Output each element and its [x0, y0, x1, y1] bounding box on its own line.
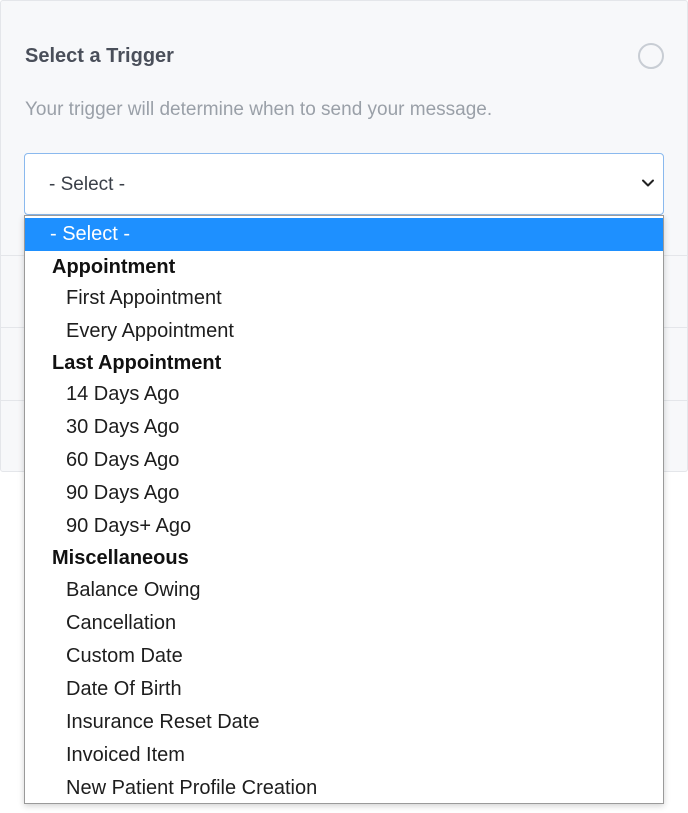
option-60-days-ago[interactable]: 60 Days Ago	[25, 444, 663, 477]
card-description: Your trigger will determine when to send…	[25, 99, 493, 120]
trigger-dropdown-list[interactable]: - Select - Appointment First Appointment…	[24, 215, 664, 804]
optgroup-miscellaneous: Miscellaneous	[52, 547, 189, 569]
trigger-select[interactable]: - Select -	[24, 153, 664, 215]
option-date-of-birth[interactable]: Date Of Birth	[25, 673, 663, 706]
option-insurance-reset-date[interactable]: Insurance Reset Date	[25, 706, 663, 739]
option-new-patient-profile-creation[interactable]: New Patient Profile Creation	[25, 772, 663, 803]
option-custom-date[interactable]: Custom Date	[25, 640, 663, 673]
option-14-days-ago[interactable]: 14 Days Ago	[25, 378, 663, 411]
option-cancellation[interactable]: Cancellation	[25, 607, 663, 640]
option-select-placeholder[interactable]: - Select -	[25, 218, 663, 251]
status-circle-icon	[638, 43, 664, 69]
option-90-days-ago[interactable]: 90 Days Ago	[25, 477, 663, 510]
optgroup-appointment: Appointment	[52, 256, 176, 278]
option-every-appointment[interactable]: Every Appointment	[25, 315, 663, 348]
option-invoiced-item[interactable]: Invoiced Item	[25, 739, 663, 772]
option-first-appointment[interactable]: First Appointment	[25, 282, 663, 315]
option-balance-owing[interactable]: Balance Owing	[25, 574, 663, 607]
option-30-days-ago[interactable]: 30 Days Ago	[25, 411, 663, 444]
option-90-days-plus-ago[interactable]: 90 Days+ Ago	[25, 510, 663, 543]
card-title: Select a Trigger	[25, 45, 174, 67]
chevron-down-icon	[642, 179, 654, 187]
optgroup-last-appointment: Last Appointment	[52, 352, 222, 374]
select-value: - Select -	[49, 174, 126, 195]
